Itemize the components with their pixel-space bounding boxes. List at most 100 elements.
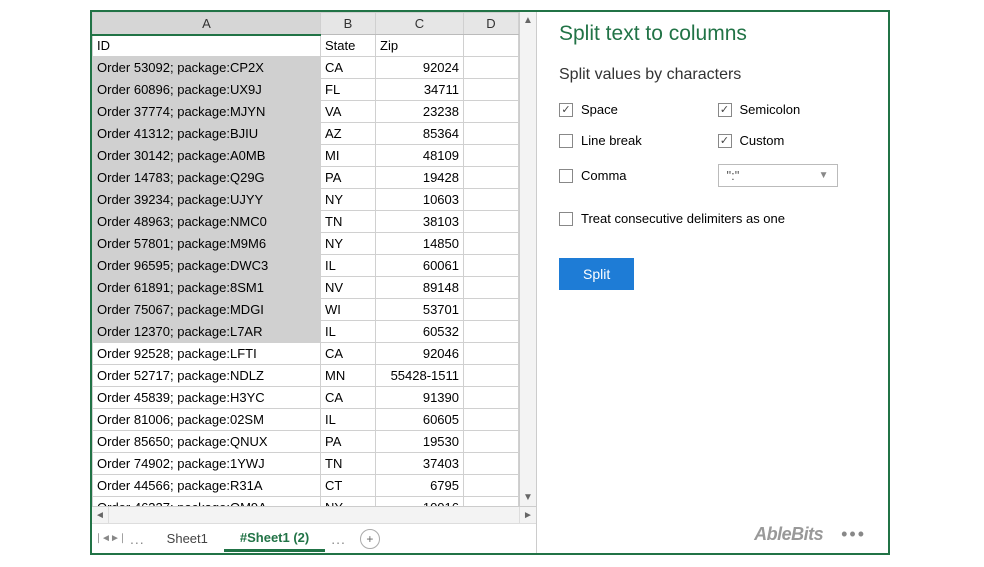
cell[interactable]: IL bbox=[321, 409, 376, 431]
tab-nav-last-icon[interactable]: ►∣ bbox=[110, 533, 124, 544]
column-header-a[interactable]: A bbox=[93, 13, 321, 35]
cell[interactable] bbox=[464, 57, 519, 79]
cell[interactable]: Order 61891; package:8SM1 bbox=[93, 277, 321, 299]
column-header-d[interactable]: D bbox=[464, 13, 519, 35]
cell[interactable] bbox=[464, 167, 519, 189]
option-space[interactable]: Space bbox=[559, 102, 708, 117]
cell[interactable]: NV bbox=[321, 277, 376, 299]
cell[interactable]: FL bbox=[321, 79, 376, 101]
cell[interactable]: Order 52717; package:NDLZ bbox=[93, 365, 321, 387]
cell[interactable] bbox=[464, 123, 519, 145]
cell[interactable]: WI bbox=[321, 299, 376, 321]
cell[interactable]: TN bbox=[321, 453, 376, 475]
cell[interactable]: IL bbox=[321, 255, 376, 277]
tab-nav-first-icon[interactable]: ∣◄ bbox=[96, 533, 110, 544]
cell[interactable] bbox=[464, 145, 519, 167]
option-semicolon[interactable]: Semicolon bbox=[718, 102, 867, 117]
cell[interactable]: Order 85650; package:QNUX bbox=[93, 431, 321, 453]
cell[interactable]: Order 14783; package:Q29G bbox=[93, 167, 321, 189]
cell[interactable]: Order 96595; package:DWC3 bbox=[93, 255, 321, 277]
cell[interactable] bbox=[464, 79, 519, 101]
cell[interactable]: Order 75067; package:MDGI bbox=[93, 299, 321, 321]
option-linebreak[interactable]: Line break bbox=[559, 133, 708, 148]
cell[interactable] bbox=[464, 431, 519, 453]
cell[interactable]: Order 45839; package:H3YC bbox=[93, 387, 321, 409]
cell[interactable] bbox=[464, 453, 519, 475]
cell[interactable] bbox=[464, 387, 519, 409]
horizontal-scrollbar[interactable]: ◄ ► bbox=[92, 506, 536, 523]
cell[interactable]: 10016 bbox=[376, 497, 464, 507]
tab-overflow-right[interactable]: ... bbox=[325, 531, 352, 547]
cell[interactable]: 85364 bbox=[376, 123, 464, 145]
cell[interactable]: 23238 bbox=[376, 101, 464, 123]
header-cell[interactable]: State bbox=[321, 35, 376, 57]
cell[interactable] bbox=[464, 475, 519, 497]
cell[interactable]: 19530 bbox=[376, 431, 464, 453]
cell[interactable]: Order 46327; package:QM9A bbox=[93, 497, 321, 507]
cell[interactable]: 48109 bbox=[376, 145, 464, 167]
cell[interactable]: Order 81006; package:02SM bbox=[93, 409, 321, 431]
cell[interactable]: 60061 bbox=[376, 255, 464, 277]
scroll-left-arrow-icon[interactable]: ◄ bbox=[92, 507, 109, 524]
scroll-up-arrow-icon[interactable]: ▲ bbox=[520, 12, 536, 29]
cell[interactable]: Order 30142; package:A0MB bbox=[93, 145, 321, 167]
cell[interactable] bbox=[464, 277, 519, 299]
grid[interactable]: ABCDIDStateZipOrder 53092; package:CP2XC… bbox=[92, 12, 519, 506]
cell[interactable] bbox=[464, 255, 519, 277]
cell[interactable]: MN bbox=[321, 365, 376, 387]
more-menu-icon[interactable]: ••• bbox=[841, 524, 866, 545]
option-custom[interactable]: Custom bbox=[718, 133, 867, 148]
cell[interactable] bbox=[464, 321, 519, 343]
cell[interactable] bbox=[464, 409, 519, 431]
scroll-right-arrow-icon[interactable]: ► bbox=[519, 507, 536, 524]
cell[interactable]: 38103 bbox=[376, 211, 464, 233]
cell[interactable]: Order 74902; package:1YWJ bbox=[93, 453, 321, 475]
cell[interactable]: VA bbox=[321, 101, 376, 123]
add-sheet-button[interactable]: + bbox=[360, 529, 380, 549]
cell[interactable]: TN bbox=[321, 211, 376, 233]
column-header-c[interactable]: C bbox=[376, 13, 464, 35]
tab-overflow-left[interactable]: ... bbox=[124, 531, 151, 547]
cell[interactable]: Order 44566; package:R31A bbox=[93, 475, 321, 497]
cell[interactable]: 92024 bbox=[376, 57, 464, 79]
cell[interactable] bbox=[464, 299, 519, 321]
tab-sheet1-2[interactable]: #Sheet1 (2) bbox=[224, 526, 325, 552]
header-cell[interactable]: ID bbox=[93, 35, 321, 57]
header-cell[interactable] bbox=[464, 35, 519, 57]
cell[interactable]: 92046 bbox=[376, 343, 464, 365]
cell[interactable]: Order 92528; package:LFTI bbox=[93, 343, 321, 365]
cell[interactable]: CA bbox=[321, 387, 376, 409]
option-comma[interactable]: Comma bbox=[559, 164, 708, 187]
cell[interactable]: 89148 bbox=[376, 277, 464, 299]
checkbox-treat-consecutive[interactable] bbox=[559, 212, 573, 226]
cell[interactable]: Order 41312; package:BJIU bbox=[93, 123, 321, 145]
checkbox-semicolon[interactable] bbox=[718, 103, 732, 117]
cell[interactable]: PA bbox=[321, 167, 376, 189]
cell[interactable]: PA bbox=[321, 431, 376, 453]
cell[interactable]: 60605 bbox=[376, 409, 464, 431]
cell[interactable]: Order 39234; package:UJYY bbox=[93, 189, 321, 211]
cell[interactable] bbox=[464, 497, 519, 507]
cell[interactable]: 19428 bbox=[376, 167, 464, 189]
cell[interactable]: 53701 bbox=[376, 299, 464, 321]
split-button[interactable]: Split bbox=[559, 258, 634, 290]
checkbox-custom[interactable] bbox=[718, 134, 732, 148]
cell[interactable]: 37403 bbox=[376, 453, 464, 475]
cell[interactable]: 34711 bbox=[376, 79, 464, 101]
cell[interactable]: CT bbox=[321, 475, 376, 497]
cell[interactable]: Order 37774; package:MJYN bbox=[93, 101, 321, 123]
scroll-track[interactable] bbox=[520, 29, 536, 489]
cell[interactable]: CA bbox=[321, 343, 376, 365]
tab-sheet1[interactable]: Sheet1 bbox=[151, 527, 224, 550]
cell[interactable]: NY bbox=[321, 189, 376, 211]
cell[interactable]: MI bbox=[321, 145, 376, 167]
cell[interactable]: 55428-1511 bbox=[376, 365, 464, 387]
cell[interactable]: AZ bbox=[321, 123, 376, 145]
cell[interactable] bbox=[464, 233, 519, 255]
cell[interactable]: Order 53092; package:CP2X bbox=[93, 57, 321, 79]
cell[interactable] bbox=[464, 189, 519, 211]
checkbox-comma[interactable] bbox=[559, 169, 573, 183]
cell[interactable]: NY bbox=[321, 497, 376, 507]
cell[interactable]: NY bbox=[321, 233, 376, 255]
column-header-b[interactable]: B bbox=[321, 13, 376, 35]
